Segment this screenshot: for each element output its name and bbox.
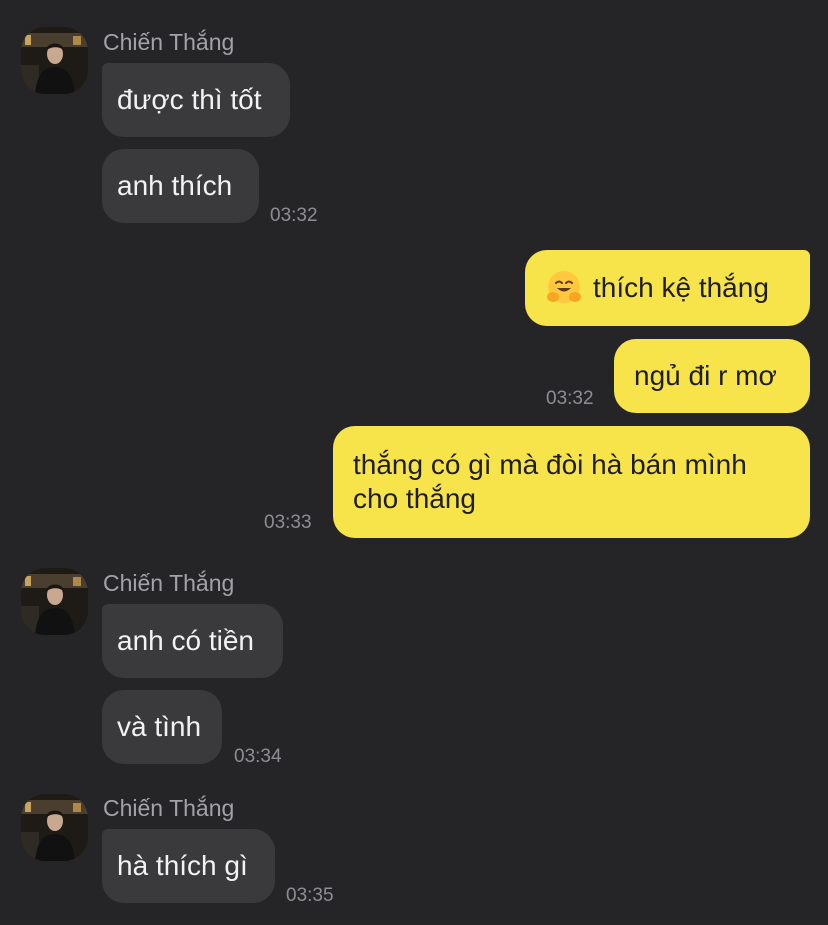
message-timestamp: 03:33 — [264, 512, 312, 533]
avatar-photo — [21, 27, 88, 94]
outgoing-message-bubble[interactable]: thích kệ thắng — [525, 250, 810, 326]
incoming-message-bubble[interactable]: anh thích — [102, 149, 259, 223]
avatar-photo — [21, 568, 88, 635]
sender-name: Chiến Thắng — [103, 29, 235, 55]
message-text: ngủ đi r mơ — [634, 360, 777, 391]
incoming-message-bubble[interactable]: được thì tốt — [102, 63, 290, 137]
sender-name: Chiến Thắng — [103, 570, 235, 596]
avatar[interactable] — [21, 27, 88, 94]
outgoing-message-bubble[interactable]: thắng có gì mà đòi hà bán mình cho thắng — [333, 426, 810, 538]
hugging-face-emoji-icon — [545, 269, 583, 307]
outgoing-message-bubble[interactable]: ngủ đi r mơ — [614, 339, 810, 413]
message-timestamp: 03:34 — [234, 746, 282, 767]
message-text: và tình — [117, 711, 202, 742]
message-text: anh thích — [117, 170, 233, 201]
incoming-message-bubble[interactable]: anh có tiền — [102, 604, 283, 678]
message-text: thích kệ thắng — [593, 272, 769, 303]
sender-name: Chiến Thắng — [103, 795, 235, 821]
avatar-photo — [21, 794, 88, 861]
message-timestamp: 03:35 — [286, 885, 334, 906]
avatar[interactable] — [21, 568, 88, 635]
chat-thread[interactable]: Chiến Thắng được thì tốt anh thích 03:32… — [0, 0, 828, 925]
message-text: anh có tiền — [117, 625, 254, 656]
message-timestamp: 03:32 — [270, 205, 318, 226]
avatar[interactable] — [21, 794, 88, 861]
message-text: thắng có gì mà đòi hà bán mình cho thắng — [353, 449, 747, 514]
message-text: hà thích gì — [117, 850, 248, 881]
message-timestamp: 03:32 — [546, 388, 594, 409]
message-text: được thì tốt — [117, 84, 262, 115]
incoming-message-bubble[interactable]: và tình — [102, 690, 222, 764]
incoming-message-bubble[interactable]: hà thích gì — [102, 829, 275, 903]
